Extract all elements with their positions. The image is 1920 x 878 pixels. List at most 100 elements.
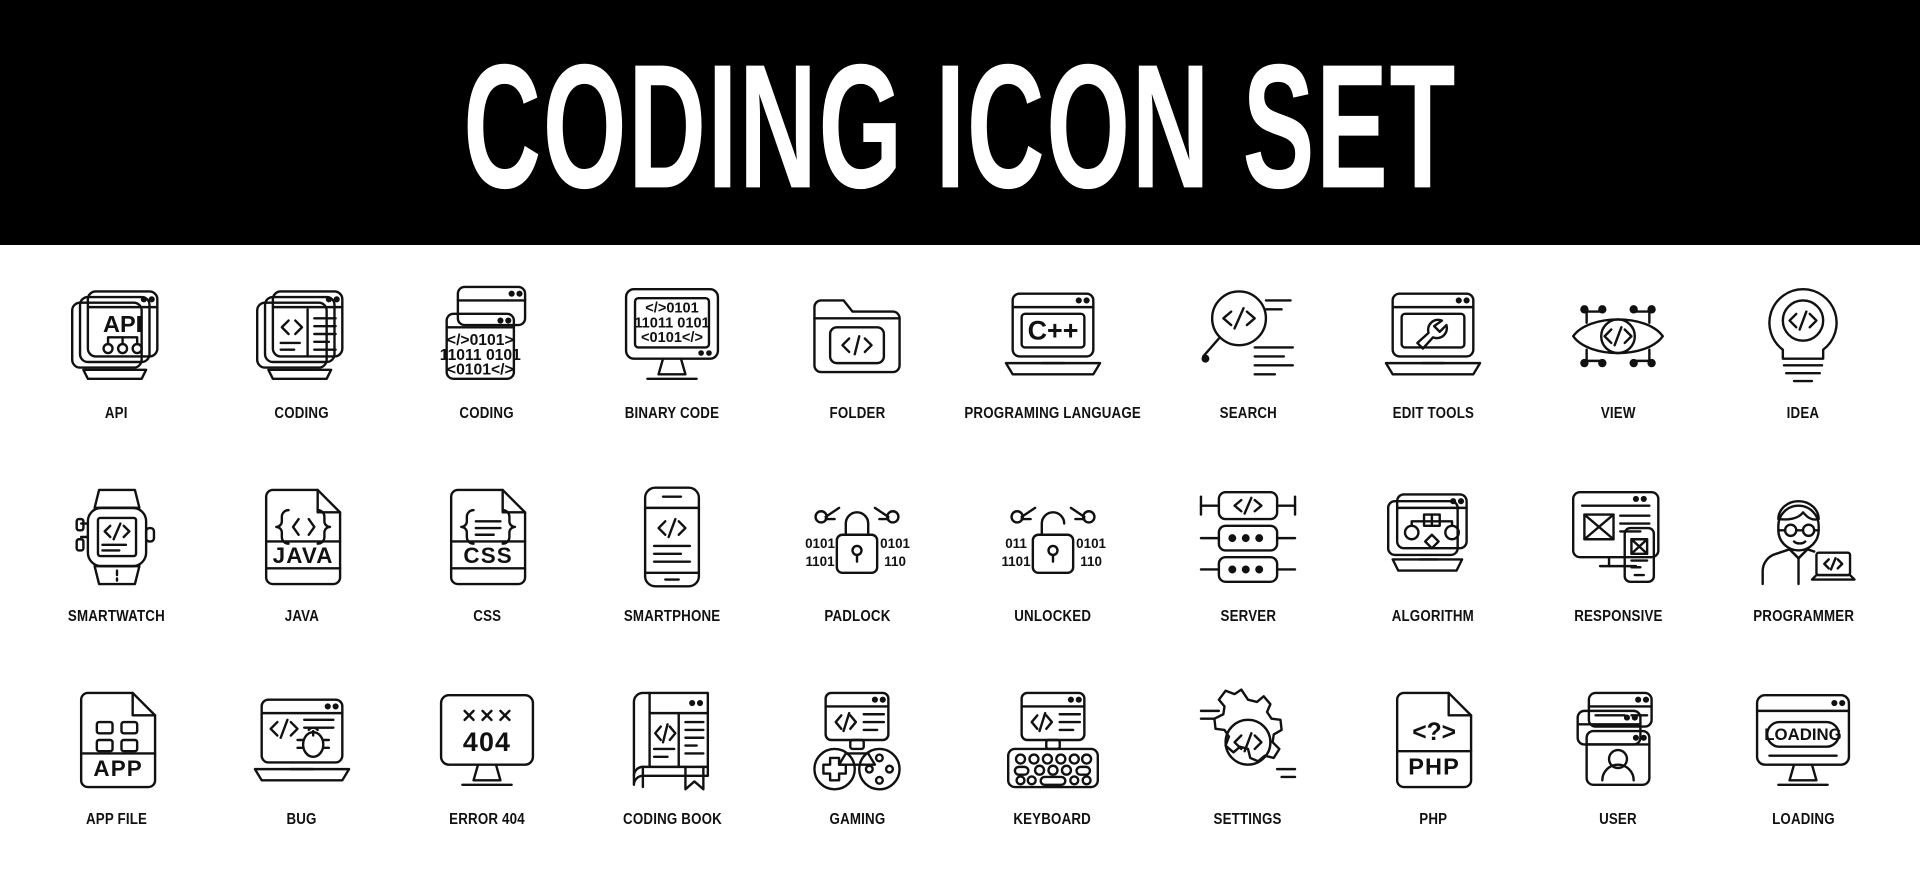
java-file-icon: JAVA — [243, 478, 361, 596]
error-404-monitor-icon: 404 — [428, 681, 546, 799]
icon-label: IDEA — [1787, 405, 1820, 422]
icon-label: UNLOCKED — [1014, 608, 1092, 625]
svg-text:<0101</>: <0101</> — [641, 330, 703, 346]
icon-cell-java[interactable]: JAVA JAVA — [209, 478, 394, 681]
icon-cell-server[interactable]: SERVER — [1155, 478, 1340, 681]
icon-cell-app-file[interactable]: APP APP FILE — [24, 681, 209, 878]
header-banner: CODING ICON SET — [0, 0, 1920, 245]
icon-cell-gaming[interactable]: GAMING — [765, 681, 950, 878]
icon-label: PROGRAMING LANGUAGE — [964, 405, 1141, 422]
keyboard-monitor-icon — [994, 681, 1112, 799]
programmer-person-laptop-icon — [1744, 478, 1862, 596]
icon-label: FOLDER — [829, 405, 886, 422]
css-file-icon: CSS — [428, 478, 546, 596]
algorithm-laptop-icon — [1374, 478, 1492, 596]
icon-label: CODING — [459, 405, 515, 422]
icon-label: CSS — [472, 608, 501, 625]
icon-label: USER — [1599, 811, 1638, 828]
icon-label: ERROR 404 — [449, 811, 525, 828]
icon-label: SETTINGS — [1213, 811, 1282, 828]
gaming-controller-icon — [798, 681, 916, 799]
icon-label: PROGRAMMER — [1752, 608, 1854, 625]
bug-laptop-icon — [243, 681, 361, 799]
icon-set-page: CODING ICON SET API API CODING </>0101> … — [0, 0, 1920, 878]
svg-text:APP: APP — [93, 756, 142, 781]
icon-cell-search[interactable]: SEARCH — [1155, 275, 1340, 478]
icon-cell-settings[interactable]: SETTINGS — [1155, 681, 1340, 878]
svg-text:0101: 0101 — [805, 536, 835, 551]
svg-text:1101: 1101 — [806, 554, 836, 569]
icon-label: SERVER — [1220, 608, 1276, 625]
icon-cell-php[interactable]: <?> PHP PHP — [1340, 681, 1525, 878]
binary-code-monitor-icon: </>0101 11011 0101 <0101</> — [613, 275, 731, 393]
icon-cell-loading[interactable]: LOADING LOADING — [1711, 681, 1896, 878]
icon-cell-bug[interactable]: BUG — [209, 681, 394, 878]
responsive-design-icon — [1559, 478, 1677, 596]
icon-label: BINARY CODE — [624, 405, 720, 422]
svg-text:404: 404 — [463, 727, 511, 757]
icon-label: PHP — [1419, 811, 1447, 828]
icon-cell-smartphone[interactable]: SMARTPHONE — [580, 478, 765, 681]
padlock-locked-binary-icon: 0101 1101 0101 110 — [798, 478, 916, 596]
icon-label: EDIT TOOLS — [1392, 405, 1474, 422]
icon-cell-unlocked[interactable]: 011 1101 0101 110 UNLOCKED — [950, 478, 1155, 681]
icon-cell-keyboard[interactable]: KEYBOARD — [950, 681, 1155, 878]
svg-text:LOADING: LOADING — [1765, 725, 1842, 744]
svg-text:110: 110 — [1080, 554, 1102, 569]
icon-label: RESPONSIVE — [1574, 608, 1663, 625]
icon-cell-programmer[interactable]: PROGRAMMER — [1711, 478, 1896, 681]
cpp-laptop-icon: C++ — [994, 275, 1112, 393]
icon-label: JAVA — [284, 608, 319, 625]
icon-cell-padlock[interactable]: 0101 1101 0101 110 PADLOCK — [765, 478, 950, 681]
icon-label: API — [105, 405, 128, 422]
code-eye-view-icon — [1559, 275, 1677, 393]
svg-text:CSS: CSS — [463, 543, 512, 568]
svg-text:110: 110 — [885, 554, 907, 569]
icon-cell-coding-2[interactable]: </>0101> 11011 0101 <0101</> CODING — [394, 275, 579, 478]
icon-cell-error-404[interactable]: 404 ERROR 404 — [394, 681, 579, 878]
user-window-icon — [1559, 681, 1677, 799]
icon-label: APP FILE — [86, 811, 148, 828]
icon-cell-edit-tools[interactable]: EDIT TOOLS — [1340, 275, 1525, 478]
icon-grid: API API CODING </>0101> 11011 0101 <0101… — [0, 245, 1920, 878]
smartphone-code-icon — [613, 478, 731, 596]
svg-text:PHP: PHP — [1408, 754, 1460, 780]
icon-cell-programing-language[interactable]: C++ PROGRAMING LANGUAGE — [950, 275, 1155, 478]
icon-cell-api[interactable]: API API — [24, 275, 209, 478]
icon-cell-smartwatch[interactable]: SMARTWATCH — [24, 478, 209, 681]
icon-cell-folder[interactable]: FOLDER — [765, 275, 950, 478]
server-rack-code-icon — [1189, 478, 1307, 596]
icon-label: LOADING — [1772, 811, 1835, 828]
page-title: CODING ICON SET — [463, 26, 1457, 225]
app-file-icon: APP — [58, 681, 176, 799]
icon-cell-idea[interactable]: IDEA — [1711, 275, 1896, 478]
icon-cell-coding-book[interactable]: CODING BOOK — [580, 681, 765, 878]
coding-book-icon — [613, 681, 731, 799]
icon-cell-user[interactable]: USER — [1526, 681, 1711, 878]
icon-label: VIEW — [1600, 405, 1636, 422]
padlock-unlocked-binary-icon: 011 1101 0101 110 — [994, 478, 1112, 596]
icon-cell-responsive[interactable]: RESPONSIVE — [1526, 478, 1711, 681]
icon-label: PADLOCK — [824, 608, 891, 625]
icon-label: KEYBOARD — [1013, 811, 1092, 828]
icon-cell-view[interactable]: VIEW — [1526, 275, 1711, 478]
icon-label: GAMING — [829, 811, 886, 828]
icon-cell-css[interactable]: CSS CSS — [394, 478, 579, 681]
php-file-icon: <?> PHP — [1374, 681, 1492, 799]
icon-cell-coding-1[interactable]: CODING — [209, 275, 394, 478]
coding-windows-stack-icon: </>0101> 11011 0101 <0101</> — [428, 275, 546, 393]
icon-cell-algorithm[interactable]: ALGORITHM — [1340, 478, 1525, 681]
icon-label: SMARTPHONE — [623, 608, 721, 625]
code-search-magnifier-icon — [1189, 275, 1307, 393]
svg-text:C++: C++ — [1027, 316, 1078, 346]
settings-gear-code-icon — [1189, 681, 1307, 799]
svg-text:<?>: <?> — [1412, 719, 1456, 746]
icon-label: BUG — [286, 811, 317, 828]
loading-monitor-icon: LOADING — [1744, 681, 1862, 799]
smartwatch-code-icon — [58, 478, 176, 596]
coding-laptop-icon — [243, 275, 361, 393]
svg-text:1101: 1101 — [1001, 554, 1031, 569]
icon-cell-binary-code[interactable]: </>0101 11011 0101 <0101</> BINARY CODE — [580, 275, 765, 478]
icon-label: CODING — [274, 405, 329, 422]
svg-text:011: 011 — [1005, 536, 1027, 551]
